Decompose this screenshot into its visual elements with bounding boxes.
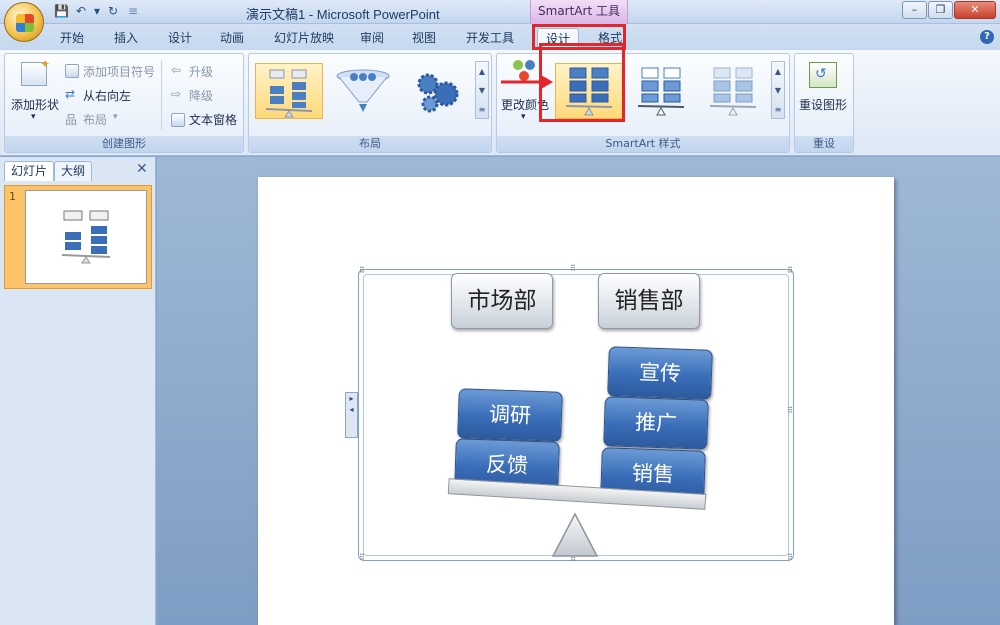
close-button[interactable]: ✕: [954, 1, 996, 19]
slide-thumbnail: [25, 190, 147, 284]
ribbon: ✦ 添加形状 ▾ 添加项目符号 ⇄ 从右向左 品 布局 ▾ ⇦ 升级 ⇨ 降级 …: [0, 50, 1000, 156]
style-2-icon: [637, 67, 685, 116]
thumbnail-preview-icon: [61, 210, 111, 264]
right-to-left-button[interactable]: 从右向左: [83, 87, 131, 104]
undo-icon[interactable]: ↶: [76, 4, 86, 18]
group-label-layouts: 布局: [249, 136, 491, 152]
tab-home[interactable]: 开始: [52, 28, 92, 50]
tab-view[interactable]: 视图: [404, 28, 444, 50]
layout-button[interactable]: 布局: [83, 111, 107, 128]
reset-graphic-button[interactable]: 重设图形: [799, 96, 847, 113]
resize-handle-tl[interactable]: ⠿: [359, 267, 366, 275]
tab-slides[interactable]: 幻灯片: [4, 161, 55, 181]
style-item-3[interactable]: [699, 63, 767, 119]
group-layouts: ▲ ▼ ≡ 布局: [248, 53, 492, 153]
text-pane-toggle[interactable]: ▸ ◂: [345, 392, 358, 438]
group-create-graphic: ✦ 添加形状 ▾ 添加项目符号 ⇄ 从右向左 品 布局 ▾ ⇦ 升级 ⇨ 降级 …: [4, 53, 244, 153]
right-item-publicity[interactable]: 宣传: [607, 346, 713, 400]
add-bullet-button[interactable]: 添加项目符号: [83, 63, 155, 80]
highlight-style-item: [539, 43, 625, 122]
office-logo-icon: [16, 14, 34, 32]
window-title: 演示文稿1 - Microsoft PowerPoint: [246, 7, 440, 22]
resize-handle-bl[interactable]: ⠿: [359, 554, 366, 562]
promote-button[interactable]: 升级: [189, 63, 213, 80]
promote-icon: ⇦: [171, 63, 182, 77]
ribbon-tabs: 开始 插入 设计 动画 幻灯片放映 审阅 视图 开发工具 设计 格式 ?: [0, 24, 1000, 50]
layout-funnel-item[interactable]: [329, 63, 397, 119]
smartart-tools-tab: SmartArt 工具: [530, 0, 628, 24]
customize-qat-icon[interactable]: ≡: [128, 4, 138, 18]
balance-fulcrum-icon[interactable]: [551, 512, 599, 558]
tab-developer[interactable]: 开发工具: [458, 28, 522, 50]
add-shape-icon: ✦: [21, 57, 50, 86]
restore-button[interactable]: ❐: [928, 1, 953, 19]
layout-gallery-scroll[interactable]: ▲ ▼ ≡: [475, 61, 489, 119]
header-box-sales[interactable]: 销售部: [598, 273, 700, 329]
bullet-list-icon: [65, 64, 79, 78]
title-bar: 💾 ↶ ▾ ↻ ≡ 演示文稿1 - Microsoft PowerPoint S…: [0, 0, 1000, 42]
group-label-create-graphic: 创建图形: [5, 136, 243, 152]
right-item-promotion[interactable]: 推广: [603, 396, 709, 450]
demote-button[interactable]: 降级: [189, 87, 213, 104]
tab-outline[interactable]: 大纲: [54, 161, 93, 181]
layout-org-icon: 品: [65, 113, 78, 127]
divider: [161, 60, 162, 130]
tab-insert[interactable]: 插入: [106, 28, 146, 50]
left-item-research[interactable]: 调研: [457, 388, 563, 442]
slides-pane: 幻灯片 大纲 ✕ 1: [0, 157, 156, 625]
layout-balance-item[interactable]: [255, 63, 323, 119]
layout-dropdown-icon: ▾: [113, 112, 118, 122]
help-icon[interactable]: ?: [980, 30, 994, 44]
funnel-layout-icon: [336, 69, 390, 112]
group-reset: ↺ 重设图形 重设: [794, 53, 854, 153]
group-label-reset: 重设: [795, 136, 853, 152]
tab-design[interactable]: 设计: [160, 28, 200, 50]
text-pane-button[interactable]: 文本窗格: [189, 111, 237, 128]
resize-handle-top[interactable]: ⠿: [570, 265, 577, 273]
undo-dropdown-icon[interactable]: ▾: [94, 4, 100, 18]
window-controls: – ❐ ✕: [902, 1, 996, 19]
gear-layout-icon: [417, 73, 459, 113]
resize-handle-right[interactable]: ⠿: [787, 407, 794, 415]
resize-handle-tr[interactable]: ⠿: [787, 267, 794, 275]
header-box-market[interactable]: 市场部: [451, 273, 553, 329]
balance-layout-icon: [265, 69, 313, 118]
slide-number: 1: [9, 190, 16, 203]
tab-review[interactable]: 审阅: [352, 28, 392, 50]
demote-icon: ⇨: [171, 87, 182, 101]
change-colors-dropdown-icon[interactable]: ▾: [521, 112, 526, 122]
reset-graphic-icon: ↺: [809, 62, 837, 88]
text-pane-icon: [171, 113, 185, 127]
minimize-button[interactable]: –: [902, 1, 927, 19]
close-pane-icon[interactable]: ✕: [136, 161, 148, 177]
save-icon[interactable]: 💾: [54, 4, 69, 18]
slide-thumbnail-selected[interactable]: 1: [4, 185, 152, 289]
tab-animations[interactable]: 动画: [212, 28, 252, 50]
style-gallery-scroll[interactable]: ▲ ▼ ≡: [771, 61, 785, 119]
group-label-smartart-styles: SmartArt 样式: [497, 136, 789, 152]
style-item-2[interactable]: [627, 63, 695, 119]
tab-slideshow[interactable]: 幻灯片放映: [266, 28, 342, 50]
right-to-left-icon: ⇄: [65, 87, 76, 101]
style-3-icon: [709, 67, 757, 116]
redo-icon[interactable]: ↻: [108, 4, 118, 18]
add-shape-dropdown-icon[interactable]: ▾: [31, 112, 36, 122]
layout-gear-item[interactable]: [403, 63, 471, 119]
office-button[interactable]: [4, 2, 44, 42]
resize-handle-br[interactable]: ⠿: [787, 554, 794, 562]
add-shape-button[interactable]: 添加形状: [11, 96, 59, 113]
